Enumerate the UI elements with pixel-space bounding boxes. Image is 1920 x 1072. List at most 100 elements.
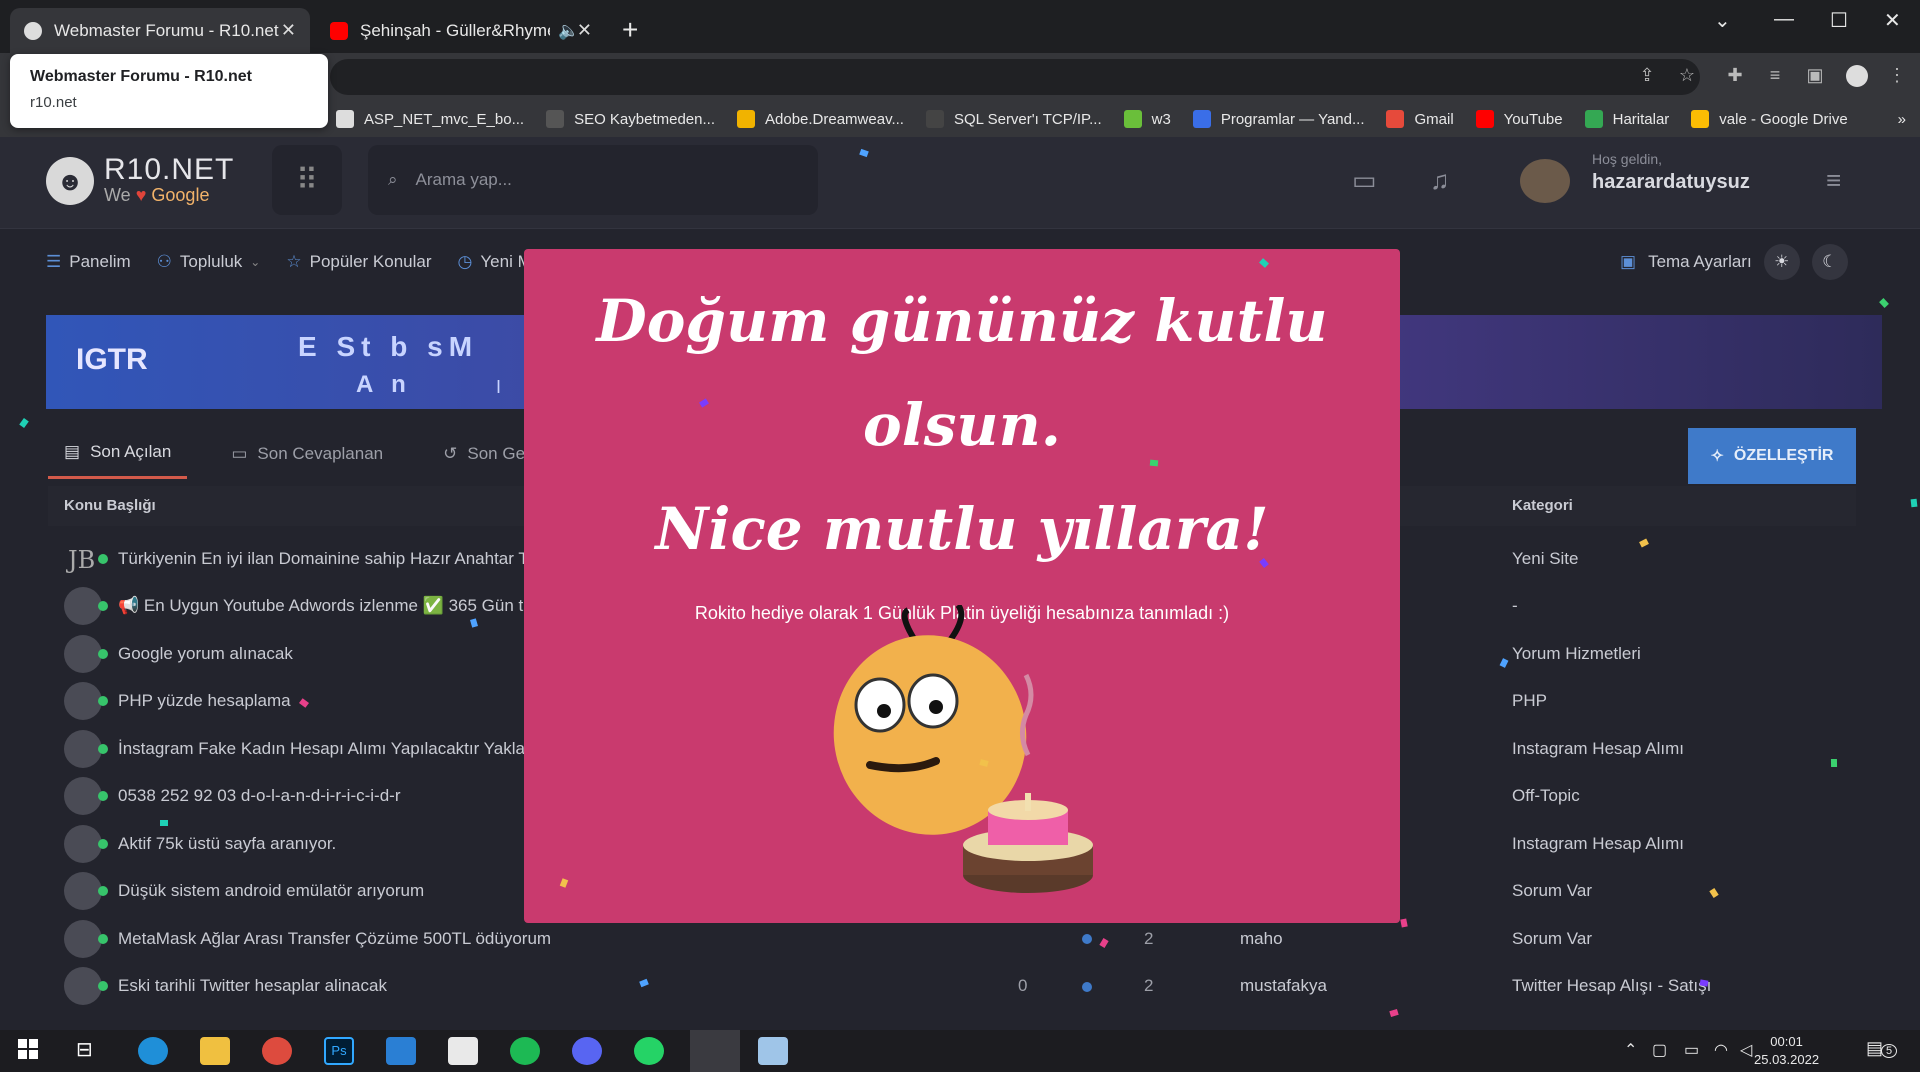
topic-title[interactable]: MetaMask Ağlar Arası Transfer Çözüme 500… xyxy=(118,929,551,949)
apps-grid-button[interactable]: ⠿ xyxy=(272,145,342,215)
system-clock[interactable]: 00:01 25.03.2022 xyxy=(1754,1033,1819,1069)
store-icon[interactable] xyxy=(448,1037,478,1065)
avatar[interactable]: JB xyxy=(64,540,108,578)
edge-icon[interactable] xyxy=(138,1037,168,1065)
customize-button[interactable]: ✧ ÖZELLEŞTİR xyxy=(1688,428,1856,484)
battery-icon[interactable]: ▭ xyxy=(1684,1040,1699,1060)
notification-center-icon[interactable]: ▤ 5 xyxy=(1866,1038,1898,1059)
new-tab-button[interactable]: + xyxy=(622,14,638,46)
bookmark-item[interactable]: Haritalar xyxy=(1584,110,1669,128)
dark-mode-button[interactable]: ☾ xyxy=(1811,244,1848,280)
bookmark-item[interactable]: SEO Kaybetmeden... xyxy=(546,110,715,128)
maximize-button[interactable]: ☐ xyxy=(1830,8,1848,33)
address-bar[interactable] xyxy=(330,59,1700,95)
minimize-button[interactable]: — xyxy=(1774,8,1794,31)
mail-icon[interactable] xyxy=(386,1037,416,1065)
bookmark-item[interactable]: ASP_NET_mvc_E_bo... xyxy=(336,110,524,128)
topic-title[interactable]: Türkiyenin En iyi ilan Domainine sahip H… xyxy=(118,549,529,569)
topic-category[interactable]: Yeni Site xyxy=(1512,549,1578,569)
user-avatar[interactable] xyxy=(1520,159,1570,203)
task-view-icon[interactable]: ⊟ xyxy=(76,1037,106,1065)
avatar[interactable] xyxy=(64,824,108,863)
topic-title[interactable]: 0538 252 92 03 d-o-l-a-n-d-i-r-i-c-i-d-r xyxy=(118,786,400,806)
discord-icon[interactable] xyxy=(572,1037,602,1065)
bookmark-item[interactable]: Adobe.Dreamweav... xyxy=(737,110,904,128)
photoshop-icon[interactable]: Ps xyxy=(324,1037,354,1065)
tab-search-icon[interactable]: ⌄ xyxy=(1714,8,1731,33)
nav-yeni[interactable]: ◷ Yeni M xyxy=(458,252,532,272)
bookmark-item[interactable]: SQL Server'ı TCP/IP... xyxy=(925,110,1102,128)
tray-chevron-up-icon[interactable]: ⌃ xyxy=(1624,1040,1637,1060)
topic-title[interactable]: Eski tarihli Twitter hesaplar alinacak xyxy=(118,976,387,996)
topic-title[interactable]: 📢 En Uygun Youtube Adwords izlenme ✅ 365… xyxy=(118,596,533,616)
avatar[interactable] xyxy=(64,729,108,768)
light-mode-button[interactable]: ☀ xyxy=(1763,244,1800,280)
topic-category[interactable]: Sorum Var xyxy=(1512,881,1592,901)
search-input[interactable]: ⌕ Arama yap... xyxy=(368,145,818,215)
profile-avatar[interactable] xyxy=(1846,65,1868,87)
tab-son-cevaplanan[interactable]: ▭ Son Cevaplanan xyxy=(215,428,399,479)
topic-title[interactable]: İnstagram Fake Kadın Hesapı Alımı Yapıla… xyxy=(118,739,533,759)
welcome-block[interactable]: Hoş geldin, hazarardatuysuz xyxy=(1592,151,1750,194)
reading-list-icon[interactable]: ≡ xyxy=(1764,65,1786,87)
close-window-button[interactable]: ✕ xyxy=(1884,8,1901,33)
avatar[interactable] xyxy=(64,634,108,673)
settings-menu-icon[interactable]: ≡ xyxy=(1826,165,1841,196)
avatar[interactable] xyxy=(64,587,108,626)
more-bookmarks-button[interactable]: » xyxy=(1898,111,1906,128)
avatar[interactable] xyxy=(64,919,108,958)
avatar[interactable] xyxy=(64,682,108,721)
topic-category[interactable]: Yorum Hizmetleri xyxy=(1512,644,1641,664)
extensions-icon[interactable]: ✚ xyxy=(1724,65,1746,87)
topic-category[interactable]: Instagram Hesap Alımı xyxy=(1512,739,1684,759)
topic-category[interactable]: Off-Topic xyxy=(1512,786,1580,806)
side-panel-icon[interactable]: ▣ xyxy=(1804,65,1826,87)
share-icon[interactable]: ⇪ xyxy=(1636,65,1658,87)
topic-category[interactable]: PHP xyxy=(1512,691,1547,711)
topic-title[interactable]: Google yorum alınacak xyxy=(118,644,293,664)
nav-populer[interactable]: ☆ Popüler Konular xyxy=(286,252,431,272)
topic-title[interactable]: PHP yüzde hesaplama xyxy=(118,691,291,711)
tray-icon[interactable]: ▢ xyxy=(1652,1040,1667,1060)
table-row[interactable]: Eski tarihli Twitter hesaplar alinacak 0 2… xyxy=(48,963,1856,1011)
site-logo[interactable]: ☻ R10.NET We ♥ Google xyxy=(46,155,234,206)
close-tab-icon[interactable]: ✕ xyxy=(577,20,592,41)
avatar[interactable] xyxy=(64,777,108,816)
app-icon[interactable] xyxy=(758,1037,788,1065)
bookmark-item[interactable]: YouTube xyxy=(1475,110,1563,128)
topic-category[interactable]: Twitter Hesap Alışı - Satışı xyxy=(1512,976,1711,996)
windows-taskbar: ⊟ Ps ⌃ ▢ ▭ ◠ ◁ 00:01 25.03.2022 ▤ 5 xyxy=(0,1030,1920,1072)
bookmark-star-icon[interactable]: ☆ xyxy=(1676,65,1698,87)
topic-title[interactable]: Düşük sistem android emülatör arıyorum xyxy=(118,881,424,901)
topic-category[interactable]: Sorum Var xyxy=(1512,929,1592,949)
last-poster[interactable]: mustafakya xyxy=(1240,976,1327,996)
chrome-icon[interactable] xyxy=(262,1037,292,1065)
tab-son-acilan[interactable]: ▤ Son Açılan xyxy=(48,428,188,479)
topic-title[interactable]: Aktif 75k üstü sayfa aranıyor. xyxy=(118,834,336,854)
messages-icon[interactable]: ▭ xyxy=(1352,165,1377,196)
file-explorer-icon[interactable] xyxy=(200,1037,230,1065)
nav-panelim[interactable]: ☰ Panelim xyxy=(46,252,131,272)
bookmark-item[interactable]: w3 xyxy=(1123,110,1171,128)
chrome-active-icon[interactable] xyxy=(690,1030,740,1072)
avatar[interactable] xyxy=(64,872,108,911)
topic-category[interactable]: - xyxy=(1512,596,1518,616)
bookmark-item[interactable]: vale - Google Drive xyxy=(1691,110,1848,128)
wifi-icon[interactable]: ◠ xyxy=(1714,1040,1728,1060)
menu-kebab-icon[interactable]: ⋮ xyxy=(1886,65,1908,87)
spotify-icon[interactable] xyxy=(510,1037,540,1065)
last-poster[interactable]: maho xyxy=(1240,929,1283,949)
nav-topluluk[interactable]: ⚇ Topluluk ⌄ xyxy=(157,252,261,272)
topic-category[interactable]: Instagram Hesap Alımı xyxy=(1512,834,1684,854)
browser-tab-r10[interactable]: Webmaster Forumu - R10.net ✕ xyxy=(10,8,310,53)
bookmark-item[interactable]: Programlar — Yand... xyxy=(1192,110,1364,128)
theme-settings-link[interactable]: Tema Ayarları xyxy=(1648,252,1752,272)
close-tab-icon[interactable]: ✕ xyxy=(281,20,296,41)
avatar[interactable] xyxy=(64,967,108,1006)
browser-tab-youtube[interactable]: Şehinşah - Güller&Rhyme - Y 🔈 ✕ xyxy=(316,8,606,53)
whatsapp-icon[interactable] xyxy=(634,1037,664,1065)
windows-start-icon[interactable] xyxy=(16,1037,46,1065)
notifications-bell-icon[interactable]: ♫ xyxy=(1430,165,1450,196)
bookmark-item[interactable]: Gmail xyxy=(1386,110,1454,128)
volume-icon[interactable]: ◁ xyxy=(1740,1040,1752,1060)
